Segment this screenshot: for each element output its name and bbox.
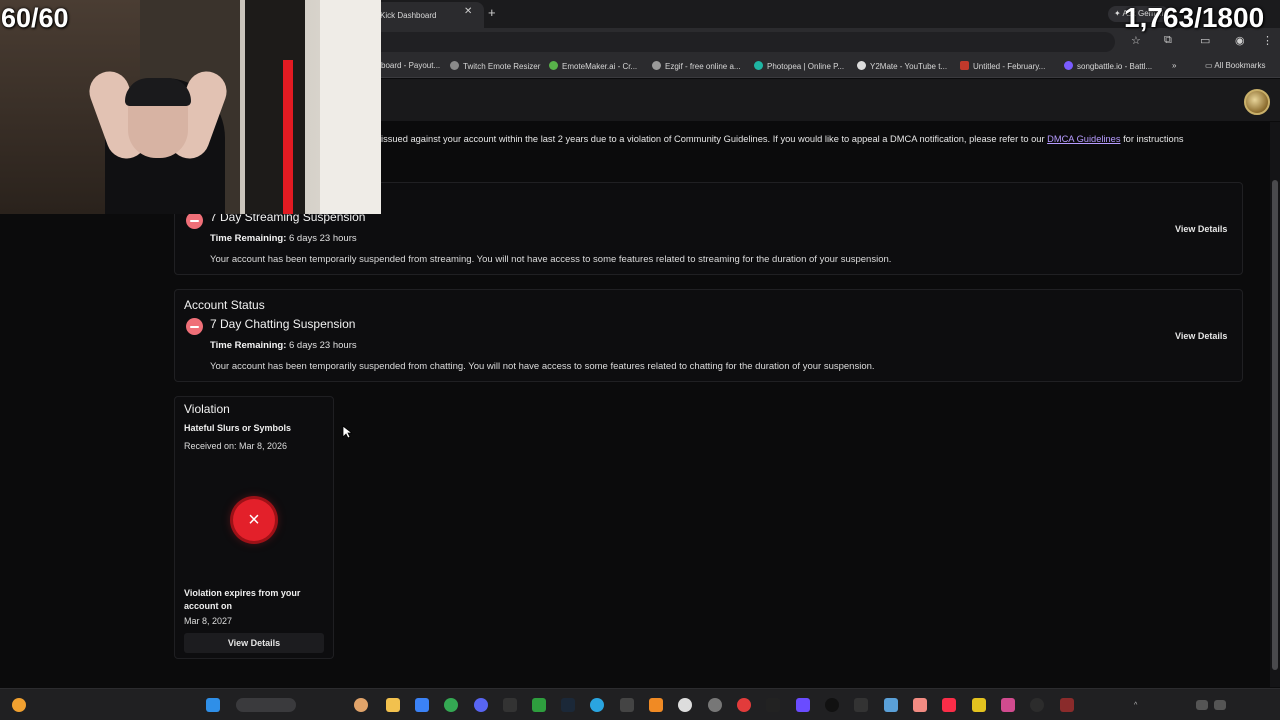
app-icon[interactable]	[972, 698, 986, 712]
app-icon[interactable]	[884, 698, 898, 712]
bookmark-item[interactable]: Y2Mate - YouTube t...	[857, 61, 947, 71]
y2mate-icon	[857, 61, 866, 70]
webcam-door	[320, 0, 381, 214]
menu-kebab-icon[interactable]: ⋮	[1262, 34, 1273, 47]
tab-close-icon[interactable]: ✕	[464, 6, 472, 17]
gemini-icon: ✦	[1114, 9, 1121, 18]
new-tab-icon[interactable]: +	[488, 5, 496, 20]
guidelines-notice: issued against your account within the l…	[381, 134, 1184, 144]
fps-counter: 60/60	[1, 3, 69, 33]
bookmark-item[interactable]: Twitch Emote Resizer	[450, 61, 540, 71]
suspension-minus-icon	[186, 318, 203, 335]
bookmark-item[interactable]: EmoteMaker.ai - Cr...	[549, 61, 637, 71]
weather-icon[interactable]	[12, 698, 26, 712]
windows-start-icon[interactable]	[206, 698, 220, 712]
bookmark-item[interactable]: board - Payout...	[381, 61, 440, 70]
profile-icon[interactable]: ◉	[1235, 34, 1245, 47]
app-icon[interactable]	[1060, 698, 1074, 712]
xbox-icon[interactable]	[532, 698, 546, 712]
app-icon[interactable]	[415, 698, 429, 712]
violation-x-icon: ×	[233, 499, 275, 541]
app-icon[interactable]	[1001, 698, 1015, 712]
goal-counter: 1,763/1800	[1124, 2, 1265, 33]
more-bookmarks-icon[interactable]: »	[1172, 61, 1176, 70]
windows-taskbar: ^	[0, 688, 1280, 720]
steam-icon[interactable]	[561, 698, 575, 712]
page-scrollbar[interactable]	[1270, 122, 1280, 687]
ezgif-icon	[652, 61, 661, 70]
user-avatar[interactable]	[1244, 89, 1270, 115]
chatting-time-remaining: Time Remaining: 6 days 23 hours	[210, 340, 357, 351]
chatting-view-details-button[interactable]: View Details	[1167, 327, 1235, 345]
violation-expires-date: Mar 8, 2027	[184, 616, 233, 626]
document-icon	[960, 61, 969, 70]
app-icon[interactable]	[620, 698, 634, 712]
suspension-minus-icon	[186, 212, 203, 229]
app-icon[interactable]	[678, 698, 692, 712]
webcam-shelf	[245, 0, 305, 214]
emotemaker-icon	[549, 61, 558, 70]
music-icon[interactable]	[942, 698, 956, 712]
chrome-icon[interactable]	[444, 698, 458, 712]
app-icon[interactable]	[354, 698, 368, 712]
songbattle-icon	[1064, 61, 1073, 70]
extensions-icon[interactable]: ⧉	[1164, 34, 1172, 47]
tray-network-icon[interactable]	[1196, 700, 1208, 710]
tab-title: Kick Dashboard	[380, 11, 437, 20]
url-field[interactable]	[370, 32, 1115, 52]
globe-icon	[450, 61, 459, 70]
webcam-red-light	[283, 60, 293, 214]
mouse-cursor-icon	[342, 425, 352, 439]
streaming-time-remaining: Time Remaining: 6 days 23 hours	[210, 233, 357, 244]
app-icon[interactable]	[825, 698, 839, 712]
bookmark-star-icon[interactable]: ☆	[1131, 34, 1141, 47]
scrollbar-thumb[interactable]	[1272, 180, 1278, 670]
app-icon[interactable]	[913, 698, 927, 712]
webcam-person-headset	[125, 78, 191, 106]
taskbar-search-box[interactable]	[236, 698, 296, 712]
app-icon[interactable]	[737, 698, 751, 712]
app-icon[interactable]	[854, 698, 868, 712]
violation-title: Violation	[184, 402, 230, 416]
all-bookmarks-folder[interactable]: ▭ All Bookmarks	[1205, 61, 1265, 70]
chatting-suspension-description: Your account has been temporarily suspen…	[210, 361, 875, 372]
violation-reason: Hateful Slurs or Symbols	[184, 423, 292, 433]
streaming-suspension-description: Your account has been temporarily suspen…	[210, 254, 892, 265]
bookmark-item[interactable]: Photopea | Online P...	[754, 61, 844, 71]
app-icon[interactable]	[796, 698, 810, 712]
cast-icon[interactable]: ▭	[1200, 34, 1210, 47]
app-icon[interactable]	[590, 698, 604, 712]
bookmark-item[interactable]: Untitled - February...	[960, 61, 1045, 71]
bookmark-item[interactable]: Ezgif - free online a...	[652, 61, 741, 71]
streaming-view-details-button[interactable]: View Details	[1167, 220, 1235, 238]
violation-card: Violation Hateful Slurs or Symbols Recei…	[174, 396, 334, 659]
account-status-heading: Account Status	[184, 298, 265, 312]
obs-icon[interactable]	[1030, 698, 1044, 712]
violation-expires-label: Violation expires from your account on	[184, 588, 301, 611]
dmca-guidelines-link[interactable]: DMCA Guidelines	[1047, 134, 1120, 144]
app-icon[interactable]	[766, 698, 780, 712]
photopea-icon	[754, 61, 763, 70]
violation-received-date: Received on: Mar 8, 2026	[184, 441, 288, 451]
tray-chevron-icon[interactable]: ^	[1134, 702, 1137, 709]
folder-icon: ▭	[1205, 61, 1215, 70]
violation-view-details-button[interactable]: View Details	[184, 633, 324, 653]
epic-games-icon[interactable]	[503, 698, 517, 712]
chatting-suspension-title: 7 Day Chatting Suspension	[210, 317, 356, 331]
app-icon[interactable]	[649, 698, 663, 712]
discord-icon[interactable]	[474, 698, 488, 712]
bookmark-item[interactable]: songbattle.io - Battl...	[1064, 61, 1152, 71]
file-explorer-icon[interactable]	[386, 698, 400, 712]
tray-volume-icon[interactable]	[1214, 700, 1226, 710]
settings-icon[interactable]	[708, 698, 722, 712]
